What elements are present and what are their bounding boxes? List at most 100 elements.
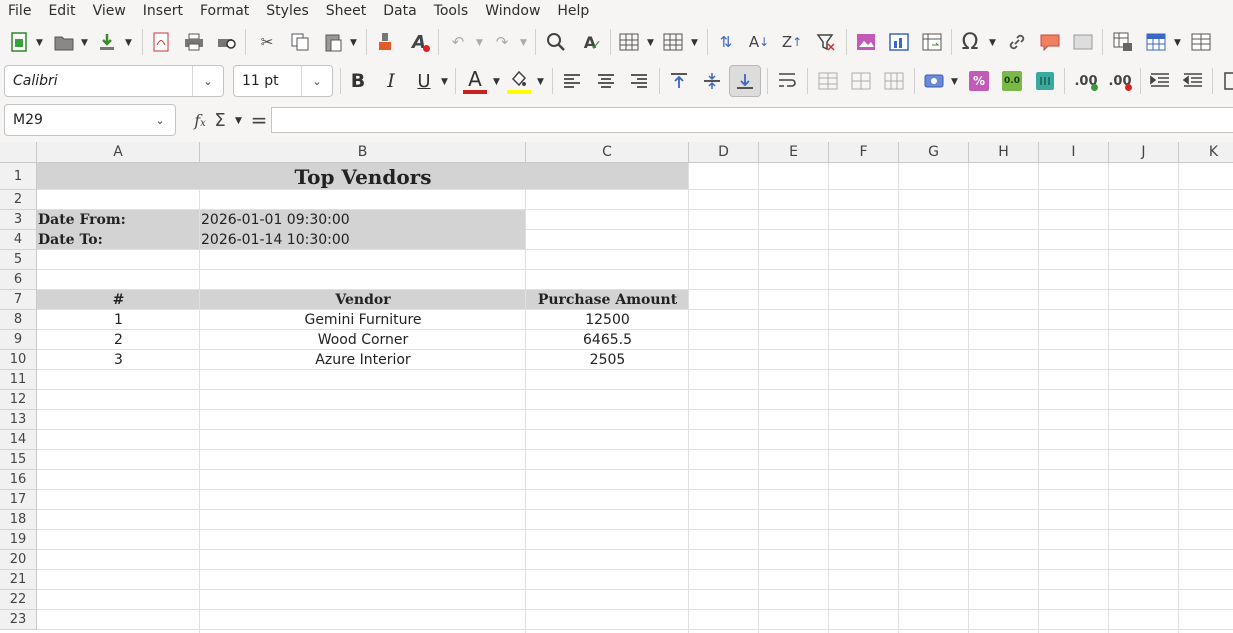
number-format-icon[interactable]: 0.0 xyxy=(1000,69,1024,93)
sort-descending-icon[interactable]: Z ↑ xyxy=(780,30,804,54)
date-to-label-cell[interactable]: Date To: xyxy=(38,230,198,250)
row-header-8[interactable]: 8 xyxy=(0,310,37,330)
export-pdf-icon[interactable] xyxy=(149,30,173,54)
menu-styles[interactable]: Styles xyxy=(258,3,317,19)
pivot-table-icon[interactable] xyxy=(920,30,944,54)
column-header-h[interactable]: H xyxy=(969,142,1039,163)
row-3-amount-cell[interactable]: 2505 xyxy=(526,350,689,370)
comment-icon[interactable] xyxy=(1038,30,1062,54)
save-icon[interactable] xyxy=(95,30,119,54)
row-header-21[interactable]: 21 xyxy=(0,570,37,590)
header-vendor-cell[interactable]: Vendor xyxy=(200,290,526,310)
hyperlink-icon[interactable] xyxy=(1005,30,1029,54)
autofilter-icon[interactable] xyxy=(814,30,838,54)
row-icon[interactable] xyxy=(617,30,641,54)
new-dropdown-icon[interactable]: ▼ xyxy=(36,38,43,48)
currency-format-icon[interactable] xyxy=(922,69,946,93)
freeze-rows-columns-icon[interactable] xyxy=(1144,30,1168,54)
menu-insert[interactable]: Insert xyxy=(135,3,192,19)
select-all-corner[interactable] xyxy=(0,142,37,163)
increase-indent-icon[interactable] xyxy=(1148,69,1172,93)
row-header-13[interactable]: 13 xyxy=(0,410,37,430)
row-header-23[interactable]: 23 xyxy=(0,610,37,630)
align-left-icon[interactable] xyxy=(560,69,584,93)
decrease-indent-icon[interactable] xyxy=(1181,69,1205,93)
row-header-9[interactable]: 9 xyxy=(0,330,37,350)
row-header-10[interactable]: 10 xyxy=(0,350,37,370)
column-dropdown-icon[interactable]: ▼ xyxy=(691,38,698,48)
menu-view[interactable]: View xyxy=(85,3,135,19)
menu-help[interactable]: Help xyxy=(549,3,598,19)
freeze-dropdown-icon[interactable]: ▼ xyxy=(1174,38,1181,48)
redo-dropdown-icon[interactable]: ▼ xyxy=(520,38,527,48)
row-2-number-cell[interactable]: 2 xyxy=(37,330,200,350)
menu-sheet[interactable]: Sheet xyxy=(318,3,375,19)
column-icon[interactable] xyxy=(661,30,685,54)
row-header-5[interactable]: 5 xyxy=(0,250,37,270)
clone-formatting-icon[interactable] xyxy=(373,30,397,54)
row-1-amount-cell[interactable]: 12500 xyxy=(526,310,689,330)
undo-dropdown-icon[interactable]: ▼ xyxy=(476,38,483,48)
row-3-number-cell[interactable]: 3 xyxy=(37,350,200,370)
open-folder-icon[interactable] xyxy=(52,30,76,54)
row-header-19[interactable]: 19 xyxy=(0,530,37,550)
column-header-c[interactable]: C xyxy=(526,142,689,163)
redo-icon[interactable]: ↷ xyxy=(490,30,514,54)
font-size-combobox[interactable]: 11 pt ⌄ xyxy=(233,65,333,97)
merge-center-icon[interactable] xyxy=(816,69,840,93)
formula-icon[interactable]: = xyxy=(247,108,271,132)
paste-icon[interactable] xyxy=(321,30,345,54)
delete-decimal-icon[interactable]: .00 xyxy=(1108,69,1132,93)
row-header-22[interactable]: 22 xyxy=(0,590,37,610)
copy-icon[interactable] xyxy=(288,30,312,54)
column-header-f[interactable]: F xyxy=(829,142,899,163)
column-header-j[interactable]: J xyxy=(1109,142,1179,163)
open-dropdown-icon[interactable]: ▼ xyxy=(81,38,88,48)
center-vertically-icon[interactable] xyxy=(700,69,724,93)
header-purchase-amount-cell[interactable]: Purchase Amount xyxy=(526,290,689,310)
menu-data[interactable]: Data xyxy=(375,3,425,19)
row-header-7[interactable]: 7 xyxy=(0,290,37,310)
row-header-17[interactable]: 17 xyxy=(0,490,37,510)
clear-formatting-icon[interactable]: A xyxy=(407,30,431,54)
row-header-14[interactable]: 14 xyxy=(0,430,37,450)
align-bottom-icon[interactable] xyxy=(733,69,757,93)
report-title-cell[interactable]: Top Vendors xyxy=(37,163,689,190)
align-center-icon[interactable] xyxy=(594,69,618,93)
insert-chart-icon[interactable] xyxy=(887,30,911,54)
merge-cells-icon[interactable] xyxy=(849,69,873,93)
row-2-vendor-cell[interactable]: Wood Corner xyxy=(200,330,526,350)
split-window-icon[interactable] xyxy=(1189,30,1213,54)
row-3-vendor-cell[interactable]: Azure Interior xyxy=(200,350,526,370)
unmerge-cells-icon[interactable] xyxy=(882,69,906,93)
name-box-dropdown-icon[interactable]: ⌄ xyxy=(145,105,175,135)
currency-dropdown-icon[interactable]: ▼ xyxy=(951,77,958,87)
row-header-2[interactable]: 2 xyxy=(0,190,37,210)
highlight-color-icon[interactable] xyxy=(507,67,531,91)
row-header-11[interactable]: 11 xyxy=(0,370,37,390)
paste-dropdown-icon[interactable]: ▼ xyxy=(350,38,357,48)
row-header-12[interactable]: 12 xyxy=(0,390,37,410)
define-print-area-icon[interactable] xyxy=(1111,30,1135,54)
italic-button[interactable]: I xyxy=(379,69,403,93)
add-decimal-icon[interactable]: .00 xyxy=(1074,69,1098,93)
new-spreadsheet-icon[interactable] xyxy=(7,30,31,54)
row-1-number-cell[interactable]: 1 xyxy=(37,310,200,330)
header-number-cell[interactable]: # xyxy=(37,290,200,310)
column-header-d[interactable]: D xyxy=(689,142,759,163)
undo-icon[interactable]: ↶ xyxy=(446,30,470,54)
align-top-icon[interactable] xyxy=(667,69,691,93)
font-size-value[interactable]: 11 pt xyxy=(234,73,301,89)
menu-tools[interactable]: Tools xyxy=(426,3,478,19)
date-from-value-cell[interactable]: 2026-01-01 09:30:00 xyxy=(201,210,521,230)
spelling-icon[interactable]: A ✓ xyxy=(578,30,602,55)
row-header-1[interactable]: 1 xyxy=(0,163,37,190)
column-header-g[interactable]: G xyxy=(899,142,969,163)
date-to-value-cell[interactable]: 2026-01-14 10:30:00 xyxy=(201,230,521,250)
row-header-6[interactable]: 6 xyxy=(0,270,37,290)
row-header-16[interactable]: 16 xyxy=(0,470,37,490)
row-2-amount-cell[interactable]: 6465.5 xyxy=(526,330,689,350)
sum-dropdown-icon[interactable]: ▼ xyxy=(235,116,242,126)
save-dropdown-icon[interactable]: ▼ xyxy=(125,38,132,48)
special-character-icon[interactable]: Ω xyxy=(958,30,982,55)
